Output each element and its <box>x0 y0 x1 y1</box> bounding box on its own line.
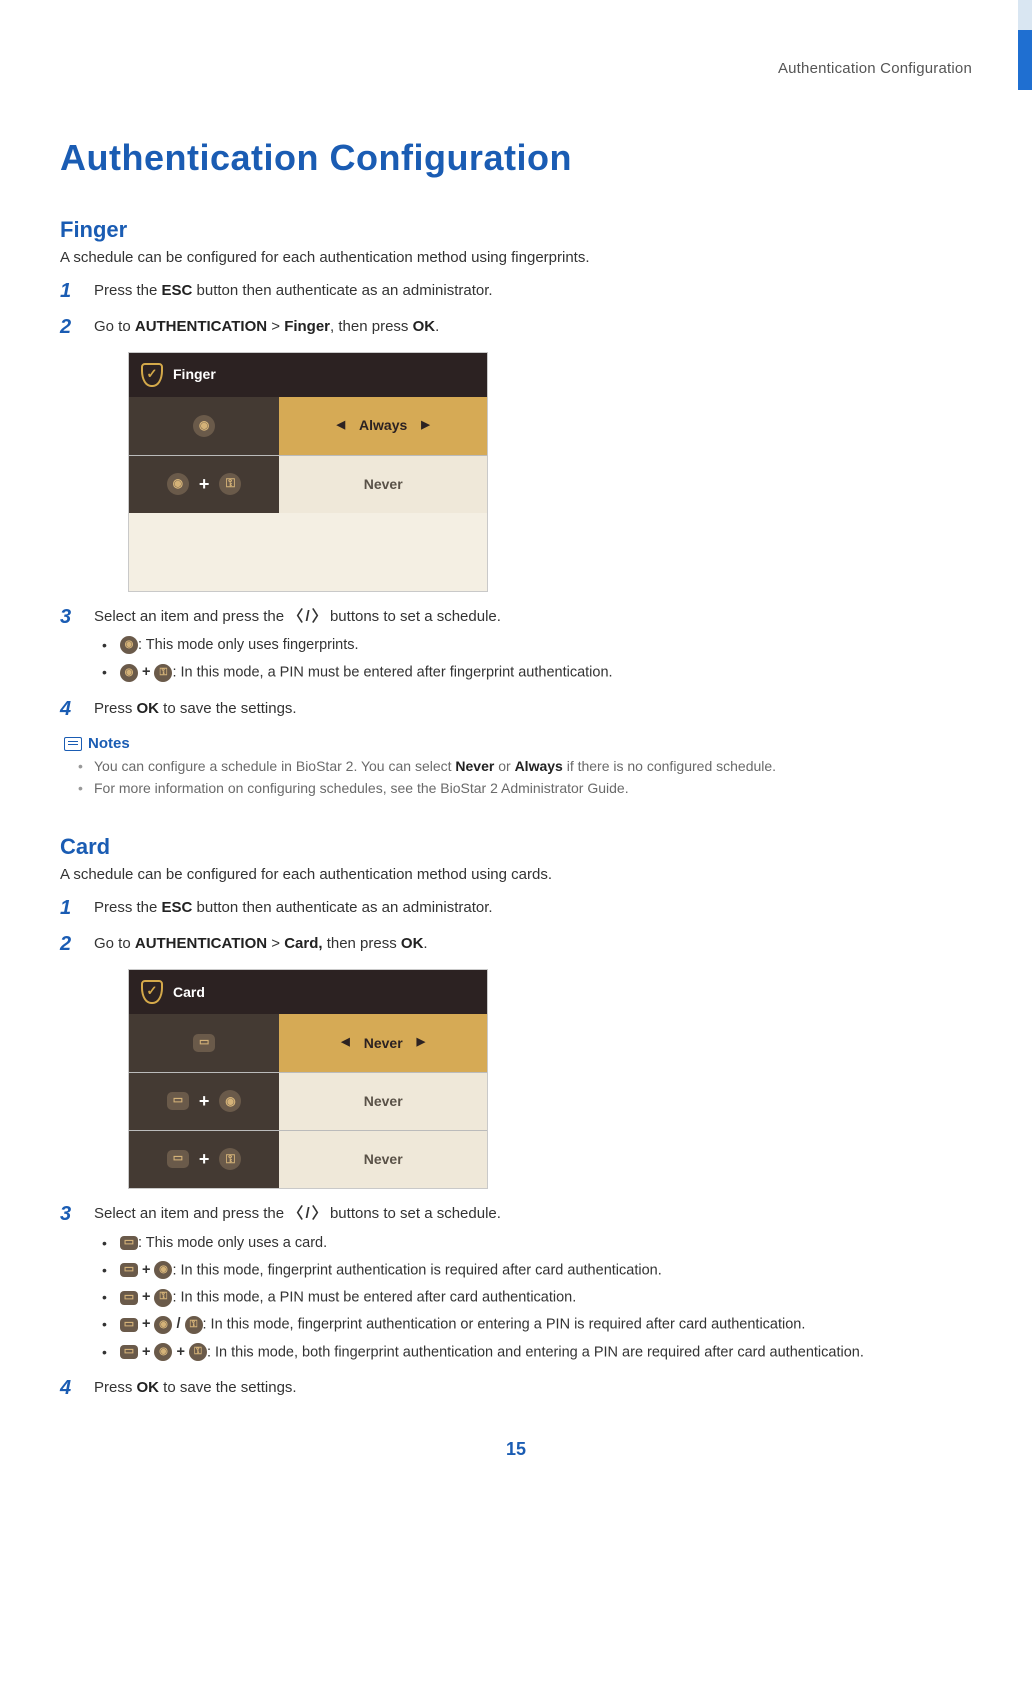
card-icon <box>120 1318 138 1332</box>
card-mode-bullet: : This mode only uses a card. <box>94 1233 972 1254</box>
device-row-icons: + <box>129 1131 279 1188</box>
device-row-icons <box>129 1014 279 1072</box>
device-row-value: ◀ Never ▶ <box>279 1014 487 1072</box>
side-tab-marker <box>1018 0 1032 90</box>
card-step-3: 3 Select an item and press the 〈 / 〉 but… <box>60 1203 972 1363</box>
plus-icon: + <box>195 471 214 497</box>
card-intro: A schedule can be configured for each au… <box>60 866 972 883</box>
card-device-mock: Card ◀ Never ▶ + Never <box>128 969 488 1189</box>
step-number: 4 <box>60 1374 71 1403</box>
note-item: You can configure a schedule in BioStar … <box>64 758 972 774</box>
left-right-arrow-icon: 〈 / 〉 <box>288 608 326 625</box>
card-step-4: 4 Press OK to save the settings. <box>60 1377 972 1399</box>
card-icon <box>193 1034 215 1052</box>
key-icon <box>154 1289 172 1307</box>
finger-device-mock: Finger ◀ Always ▶ + Never <box>128 352 488 592</box>
shield-icon <box>141 363 163 387</box>
fingerprint-icon <box>154 1343 172 1361</box>
notes-icon <box>64 737 82 751</box>
finger-intro: A schedule can be configured for each au… <box>60 249 972 266</box>
card-icon <box>120 1236 138 1250</box>
device-row-value: Never <box>279 1131 487 1188</box>
card-step-2: 2 Go to AUTHENTICATION > Card, then pres… <box>60 933 972 1189</box>
fingerprint-icon <box>120 636 138 654</box>
device-title-bar: Card <box>129 970 487 1014</box>
key-icon <box>189 1343 207 1361</box>
device-empty-area <box>129 513 487 591</box>
left-arrow-icon: ◀ <box>341 1035 349 1051</box>
fingerprint-icon <box>154 1316 172 1334</box>
device-title: Card <box>173 982 205 1002</box>
finger-step-1: 1 Press the ESC button then authenticate… <box>60 280 972 302</box>
plus-icon: + <box>195 1088 214 1114</box>
device-row-value: ◀ Always ▶ <box>279 397 487 455</box>
page-title: Authentication Configuration <box>60 137 972 179</box>
left-arrow-icon: ◀ <box>337 418 345 434</box>
step-number: 2 <box>60 313 71 342</box>
card-mode-bullet: + : In this mode, fingerprint authentica… <box>94 1260 972 1281</box>
device-row-value: Never <box>279 456 487 513</box>
key-icon <box>185 1316 203 1334</box>
card-icon <box>120 1291 138 1305</box>
fingerprint-icon <box>219 1090 241 1112</box>
key-icon <box>154 664 172 682</box>
section-title-card: Card <box>60 834 972 860</box>
card-mode-bullet: + / : In this mode, fingerprint authenti… <box>94 1314 972 1335</box>
finger-step-4: 4 Press OK to save the settings. <box>60 698 972 720</box>
fingerprint-icon <box>120 664 138 682</box>
notes-label: Notes <box>88 735 130 752</box>
fingerprint-icon <box>193 415 215 437</box>
step-number: 1 <box>60 277 71 306</box>
card-step-1: 1 Press the ESC button then authenticate… <box>60 897 972 919</box>
right-arrow-icon: ▶ <box>417 1035 425 1051</box>
card-icon <box>120 1345 138 1359</box>
step-number: 2 <box>60 930 71 959</box>
fingerprint-icon <box>167 473 189 495</box>
running-header: Authentication Configuration <box>60 60 972 77</box>
finger-mode-bullet: : This mode only uses fingerprints. <box>94 635 972 656</box>
page-number: 15 <box>60 1439 972 1460</box>
device-row-value: Never <box>279 1073 487 1130</box>
plus-icon: + <box>195 1146 214 1172</box>
finger-step-3: 3 Select an item and press the 〈 / 〉 but… <box>60 606 972 684</box>
key-icon <box>219 473 241 495</box>
left-right-arrow-icon: 〈 / 〉 <box>288 1205 326 1222</box>
card-mode-bullet: + : In this mode, a PIN must be entered … <box>94 1287 972 1308</box>
fingerprint-icon <box>154 1261 172 1279</box>
section-title-finger: Finger <box>60 217 972 243</box>
card-icon <box>167 1150 189 1168</box>
step-number: 3 <box>60 1200 71 1229</box>
card-mode-bullet: + + : In this mode, both fingerprint aut… <box>94 1342 972 1363</box>
device-row-icons: + <box>129 1073 279 1130</box>
step-number: 4 <box>60 695 71 724</box>
finger-step-2: 2 Go to AUTHENTICATION > Finger, then pr… <box>60 316 972 592</box>
notes-block: Notes You can configure a schedule in Bi… <box>64 735 972 796</box>
key-icon <box>219 1148 241 1170</box>
finger-mode-bullet: + : In this mode, a PIN must be entered … <box>94 662 972 683</box>
card-icon <box>120 1263 138 1277</box>
step-number: 1 <box>60 894 71 923</box>
card-icon <box>167 1092 189 1110</box>
shield-icon <box>141 980 163 1004</box>
step-number: 3 <box>60 603 71 632</box>
device-row-icons: + <box>129 456 279 513</box>
device-title-bar: Finger <box>129 353 487 397</box>
note-item: For more information on configuring sche… <box>64 780 972 796</box>
device-row-icons <box>129 397 279 455</box>
device-title: Finger <box>173 364 216 384</box>
right-arrow-icon: ▶ <box>421 418 429 434</box>
